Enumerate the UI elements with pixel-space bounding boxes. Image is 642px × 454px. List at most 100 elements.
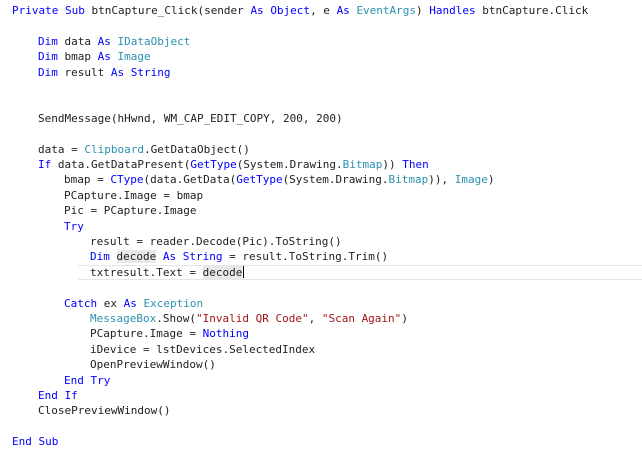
keyword-token: As (97, 50, 111, 64)
code-text: PCapture.Image = bmap (64, 188, 204, 202)
code-line[interactable]: OpenPreviewWindow() (90, 357, 216, 372)
keyword-token: As (110, 65, 125, 79)
code-text: bmap (57, 50, 98, 64)
code-text: )) (382, 158, 403, 171)
highlighted-reference: decode (116, 250, 157, 264)
code-text: SendMessage(hHwnd, WM_CAP_EDIT_COPY, 200… (38, 111, 343, 125)
type-token: Bitmap (342, 158, 383, 171)
keyword-token: String (182, 250, 223, 264)
keyword-token: Then (402, 158, 429, 171)
string-literal: "Scan Again" (321, 312, 402, 325)
code-line[interactable]: Dim data As IDataObject (38, 34, 190, 49)
code-line[interactable]: iDevice = lstDevices.SelectedIndex (90, 342, 315, 357)
highlighted-reference: decode (202, 265, 243, 279)
keyword-token: End (64, 373, 84, 387)
keyword-token: Try (90, 373, 111, 387)
keyword-token: Sub (38, 435, 59, 449)
keyword-token: CType (110, 173, 144, 187)
keyword-token: As (123, 296, 137, 310)
code-editor[interactable]: ' ------ Private Sub btnCapture_Click(se… (0, 0, 642, 454)
code-text: ClosePreviewWindow() (38, 404, 171, 418)
keyword-token: As (336, 4, 350, 17)
type-token: Clipboard (84, 142, 144, 156)
code-line[interactable]: Private Sub btnCapture_Click(sender As O… (12, 3, 588, 18)
code-text: btnCapture_Click(sender (84, 4, 251, 17)
code-line[interactable]: PCapture.Image = bmap (64, 188, 203, 203)
code-line[interactable]: ClosePreviewWindow() (38, 403, 170, 418)
type-token: Image (454, 173, 488, 187)
code-text: result = reader.Decode(Pic).ToString() (90, 235, 342, 248)
code-line[interactable]: Dim result As String (38, 65, 170, 80)
code-text: , (308, 312, 322, 325)
keyword-token: Dim (38, 50, 58, 64)
keyword-token: Dim (90, 250, 110, 264)
code-text: .GetDataObject() (143, 142, 250, 156)
code-line[interactable]: MessageBox.Show("Invalid QR Code", "Scan… (90, 311, 408, 326)
keyword-token: Sub (64, 4, 85, 17)
keyword-token: As (162, 250, 177, 264)
keyword-token: As (250, 4, 264, 17)
code-text: txtresult.Text = (90, 265, 203, 279)
type-token: Image (117, 50, 151, 64)
keyword-token: GetType (236, 173, 283, 187)
code-text: (System.Drawing. (282, 173, 389, 187)
code-line[interactable]: txtresult.Text = decode (77, 264, 642, 281)
code-line[interactable]: Try (64, 219, 84, 234)
code-line[interactable]: End Sub (12, 434, 58, 449)
code-line[interactable]: If data.GetDataPresent(GetType(System.Dr… (38, 157, 429, 172)
keyword-token: Private (12, 4, 59, 17)
code-line[interactable]: Catch ex As Exception (64, 296, 203, 311)
code-text: (data.GetData( (143, 173, 237, 187)
code-text: , e (310, 4, 337, 17)
keyword-token: Try (64, 219, 84, 233)
code-line[interactable]: SendMessage(hHwnd, WM_CAP_EDIT_COPY, 200… (38, 111, 343, 126)
keyword-token: Catch (64, 296, 98, 310)
keyword-token: If (64, 389, 78, 402)
code-text: btnCapture.Click (475, 4, 589, 17)
type-token: MessageBox (90, 312, 157, 325)
string-literal: "Invalid QR Code" (195, 312, 309, 325)
code-text: OpenPreviewWindow() (90, 358, 216, 372)
code-line[interactable]: result = reader.Decode(Pic).ToString() (90, 234, 342, 249)
type-token: Bitmap (388, 173, 429, 187)
code-line[interactable]: Pic = PCapture.Image (64, 203, 196, 218)
type-token: EventArgs (356, 4, 417, 17)
keyword-token: If (38, 158, 52, 171)
type-token: IDataObject (117, 34, 191, 48)
code-line[interactable]: Dim decode As String = result.ToString.T… (90, 249, 388, 264)
code-line[interactable]: Dim bmap As Image (38, 49, 151, 64)
keyword-token: End (38, 389, 58, 402)
keyword-token: As (97, 34, 111, 48)
code-text: data (57, 34, 98, 48)
keyword-token: Object (270, 4, 311, 17)
code-text: ) (416, 4, 430, 17)
code-text: ) (487, 173, 495, 187)
code-text: result (57, 65, 111, 79)
code-line[interactable]: data = Clipboard.GetDataObject() (38, 142, 250, 157)
keyword-token: Nothing (202, 327, 249, 341)
code-line[interactable]: bmap = CType(data.GetData(GetType(System… (64, 172, 495, 187)
text-caret (243, 264, 245, 278)
code-text: PCapture.Image = (90, 327, 203, 341)
code-line[interactable]: End If (38, 388, 78, 403)
keyword-token: Handles (429, 4, 476, 17)
code-text: iDevice = lstDevices.SelectedIndex (90, 342, 316, 356)
keyword-token: Dim (38, 34, 58, 48)
code-text: )), (428, 173, 455, 187)
code-line[interactable]: PCapture.Image = Nothing (90, 326, 249, 341)
code-line[interactable]: End Try (64, 373, 110, 388)
code-text: Pic = PCapture.Image (64, 204, 197, 218)
code-text: data.GetDataPresent( (51, 158, 191, 171)
keyword-token: GetType (190, 158, 237, 171)
type-token: Exception (143, 296, 204, 310)
